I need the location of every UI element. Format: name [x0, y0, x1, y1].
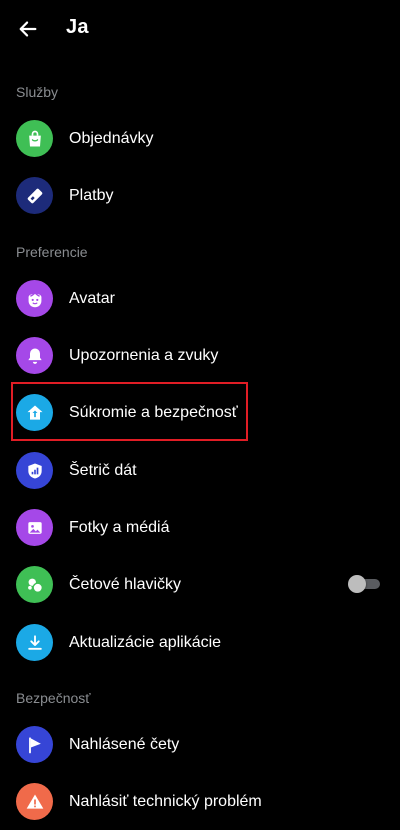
section-header-services: Služby [16, 84, 59, 100]
back-button[interactable] [16, 17, 40, 41]
settings-item-label: Aktualizácie aplikácie [69, 633, 222, 651]
flag-icon [16, 726, 53, 763]
settings-item-label: Platby [69, 186, 114, 204]
settings-item-label: Upozornenia a zvuky [69, 346, 219, 364]
settings-item-data-saver[interactable]: Šetrič dát [0, 442, 400, 499]
settings-item-label: Avatar [69, 289, 115, 307]
settings-item-label: Fotky a médiá [69, 518, 170, 536]
chat-bubbles-icon [16, 566, 53, 603]
settings-item-reported-chats[interactable]: Nahlásené čety [0, 716, 400, 773]
settings-item-label: Četové hlavičky [69, 575, 182, 593]
bell-icon [16, 337, 53, 374]
warning-icon [16, 783, 53, 820]
avatar-face-icon [16, 280, 53, 317]
chat-heads-toggle[interactable] [348, 575, 380, 593]
settings-item-payments[interactable]: Platby [0, 167, 400, 224]
arrow-left-icon [19, 21, 37, 37]
settings-item-orders[interactable]: Objednávky [0, 110, 400, 167]
settings-item-label: Nahlásené čety [69, 735, 180, 753]
house-shield-icon [16, 394, 53, 431]
settings-screen: Ja Služby Objednávky Platby Preferencie [0, 0, 400, 830]
section-header-safety: Bezpečnosť [16, 690, 91, 706]
settings-item-privacy[interactable]: Súkromie a bezpečnosť [0, 384, 400, 441]
shopping-bag-icon [16, 120, 53, 157]
app-bar: Ja [0, 0, 400, 58]
settings-item-label: Súkromie a bezpečnosť [69, 403, 238, 421]
download-icon [16, 624, 53, 661]
settings-item-notifications[interactable]: Upozornenia a zvuky [0, 327, 400, 384]
settings-item-chat-heads[interactable]: Četové hlavičky [0, 556, 400, 613]
photo-icon [16, 509, 53, 546]
settings-item-avatar[interactable]: Avatar [0, 270, 400, 327]
toggle-thumb [348, 575, 366, 593]
payment-card-icon [16, 177, 53, 214]
settings-item-app-updates[interactable]: Aktualizácie aplikácie [0, 614, 400, 671]
settings-item-label: Objednávky [69, 129, 154, 147]
settings-item-label: Nahlásiť technický problém [69, 792, 262, 810]
settings-item-label: Šetrič dát [69, 461, 137, 479]
section-header-preferences: Preferencie [16, 244, 88, 260]
signal-shield-icon [16, 452, 53, 489]
settings-item-report-problem[interactable]: Nahlásiť technický problém [0, 773, 400, 830]
page-title: Ja [66, 16, 89, 38]
settings-item-photos[interactable]: Fotky a médiá [0, 499, 400, 556]
